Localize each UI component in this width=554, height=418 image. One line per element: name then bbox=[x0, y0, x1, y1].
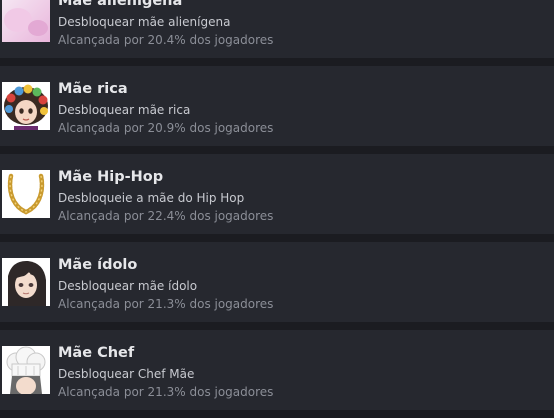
rich-mom-icon bbox=[2, 82, 50, 130]
chef-hat-icon bbox=[2, 346, 50, 394]
achievement-description: Desbloquear mãe ídolo bbox=[58, 279, 198, 293]
alien-mom-icon bbox=[2, 0, 50, 42]
achievement-row-idol-mom[interactable]: Mãe ídolo Desbloquear mãe ídolo Alcançad… bbox=[0, 242, 554, 322]
achievement-unlock-rate: Alcançada por 21.3% dos jogadores bbox=[58, 297, 274, 311]
achievement-description: Desbloqueie a mãe do Hip Hop bbox=[58, 191, 245, 205]
achievement-row-alien-mom[interactable]: Mãe alienígena Desbloquear mãe alienígen… bbox=[0, 0, 554, 58]
achievement-title: Mãe rica bbox=[58, 81, 128, 97]
achievement-title: Mãe Hip-Hop bbox=[58, 169, 164, 185]
achievement-row-hip-hop-mom[interactable]: Mãe Hip-Hop Desbloqueie a mãe do Hip Hop… bbox=[0, 154, 554, 234]
achievement-row-chef-mom[interactable]: Mãe Chef Desbloquear Chef Mãe Alcançada … bbox=[0, 330, 554, 410]
achievement-unlock-rate: Alcançada por 21.3% dos jogadores bbox=[58, 385, 274, 399]
achievement-title: Mãe alienígena bbox=[58, 0, 183, 9]
gold-chain-icon bbox=[2, 170, 50, 218]
achievement-row-rich-mom[interactable]: Mãe rica Desbloquear mãe rica Alcançada … bbox=[0, 66, 554, 146]
achievement-description: Desbloquear mãe rica bbox=[58, 103, 191, 117]
achievement-unlock-rate: Alcançada por 20.4% dos jogadores bbox=[58, 33, 274, 47]
achievement-title: Mãe Chef bbox=[58, 345, 135, 361]
achievement-unlock-rate: Alcançada por 20.9% dos jogadores bbox=[58, 121, 274, 135]
achievement-unlock-rate: Alcançada por 22.4% dos jogadores bbox=[58, 209, 274, 223]
achievement-description: Desbloquear Chef Mãe bbox=[58, 367, 195, 381]
achievement-list: Mãe alienígena Desbloquear mãe alienígen… bbox=[0, 0, 554, 418]
achievement-title: Mãe ídolo bbox=[58, 257, 138, 273]
achievement-description: Desbloquear mãe alienígena bbox=[58, 15, 231, 29]
idol-mom-icon bbox=[2, 258, 50, 306]
